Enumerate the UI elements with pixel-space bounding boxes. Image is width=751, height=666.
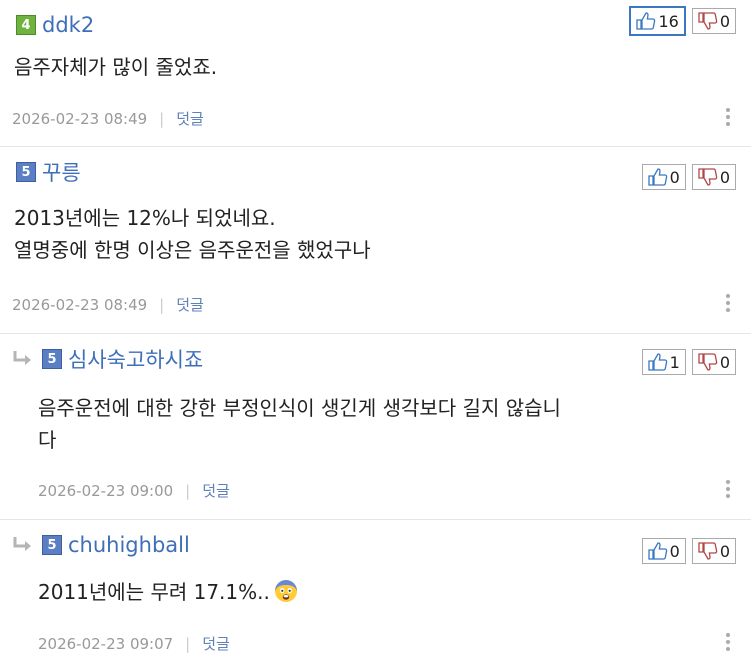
vote-buttons: 16 0 <box>629 6 736 36</box>
level-badge: 5 <box>42 349 62 369</box>
comment-meta: 2026-02-23 08:49 | 덧글 <box>12 294 204 315</box>
comment-meta: 2026-02-23 08:49 | 덧글 <box>12 108 204 129</box>
nickname[interactable]: ddk2 <box>42 13 94 37</box>
level-badge: 5 <box>16 162 36 182</box>
thumbs-up-icon <box>647 168 667 186</box>
comment-header: 5 꾸릉 <box>16 159 81 185</box>
nickname[interactable]: 심사숙고하시죠 <box>68 344 203 374</box>
comment-datetime: 2026-02-23 09:00 <box>38 481 174 500</box>
nickname[interactable]: chuhighball <box>68 533 190 557</box>
divider: | <box>159 109 165 128</box>
comment-line: 열명중에 한명 이상은 음주운전을 했었구나 <box>14 238 371 262</box>
vote-buttons: 0 0 <box>641 538 736 564</box>
divider: | <box>185 481 191 500</box>
upvote-button[interactable]: 0 <box>641 538 686 564</box>
comment-body: 2011년에는 무려 17.1%.. <box>38 576 733 608</box>
upvote-count: 0 <box>669 541 680 561</box>
level-badge: 5 <box>42 535 62 555</box>
thumbs-down-icon <box>698 12 718 30</box>
comment-header: 4 ddk2 <box>16 12 94 38</box>
comment-line: 음주운전에 대한 강한 부정인식이 생긴게 생각보다 길지 않습니 <box>38 396 561 420</box>
comment-item: 4 ddk2 16 0 음주자체가 많이 줄었죠. 2026-02-23 08:… <box>0 0 751 147</box>
upvote-count: 16 <box>658 11 679 31</box>
vote-buttons: 1 0 <box>641 349 736 375</box>
downvote-button[interactable]: 0 <box>691 8 736 34</box>
reply-comment-item: 5 심사숙고하시죠 1 0 음주운전에 대한 강한 부정인식이 생긴게 생각보다… <box>0 334 751 520</box>
thumbs-down-icon <box>698 168 718 186</box>
more-vertical-icon[interactable] <box>725 106 731 128</box>
comment-header: 5 chuhighball <box>12 532 190 558</box>
comment-datetime: 2026-02-23 08:49 <box>12 109 148 128</box>
reply-link[interactable]: 덧글 <box>176 294 204 315</box>
comment-body: 음주운전에 대한 강한 부정인식이 생긴게 생각보다 길지 않습니 다 <box>38 392 733 456</box>
comment-line: 음주자체가 많이 줄었죠. <box>14 55 218 79</box>
more-vertical-icon[interactable] <box>725 631 731 653</box>
divider: | <box>159 295 165 314</box>
downvote-count: 0 <box>719 352 730 372</box>
reply-arrow-icon <box>12 350 34 368</box>
more-vertical-icon[interactable] <box>725 478 731 500</box>
downvote-button[interactable]: 0 <box>691 164 736 190</box>
reply-comment-item: 5 chuhighball 0 0 2011년에는 무려 17.1%.. 202… <box>0 520 751 666</box>
more-vertical-icon[interactable] <box>725 292 731 314</box>
downvote-button[interactable]: 0 <box>691 538 736 564</box>
level-badge: 4 <box>16 15 36 35</box>
upvote-button[interactable]: 0 <box>641 164 686 190</box>
comment-line: 2013년에는 12%나 되었네요. <box>14 206 276 230</box>
divider: | <box>185 634 191 653</box>
comment-datetime: 2026-02-23 09:07 <box>38 634 174 653</box>
reply-link[interactable]: 덧글 <box>202 633 230 654</box>
upvote-count: 0 <box>669 167 680 187</box>
upvote-button[interactable]: 16 <box>629 6 686 36</box>
fearful-face-emoji-icon <box>274 580 297 602</box>
comment-meta: 2026-02-23 09:00 | 덧글 <box>38 480 230 501</box>
thumbs-up-icon <box>636 12 656 30</box>
comment-item: 5 꾸릉 0 0 2013년에는 12%나 되었네요. 열명중에 한명 이상은 … <box>0 147 751 334</box>
comment-header: 5 심사숙고하시죠 <box>12 346 203 372</box>
comment-body: 음주자체가 많이 줄었죠. <box>14 51 217 83</box>
upvote-button[interactable]: 1 <box>641 349 686 375</box>
thumbs-down-icon <box>698 542 718 560</box>
nickname[interactable]: 꾸릉 <box>42 157 81 187</box>
thumbs-down-icon <box>698 353 718 371</box>
downvote-count: 0 <box>719 541 730 561</box>
comment-datetime: 2026-02-23 08:49 <box>12 295 148 314</box>
comment-body: 2013년에는 12%나 되었네요. 열명중에 한명 이상은 음주운전을 했었구… <box>14 202 371 266</box>
reply-link[interactable]: 덧글 <box>176 108 204 129</box>
reply-arrow-icon <box>12 536 34 554</box>
upvote-count: 1 <box>669 352 680 372</box>
downvote-button[interactable]: 0 <box>691 349 736 375</box>
downvote-count: 0 <box>719 167 730 187</box>
thumbs-up-icon <box>647 542 667 560</box>
vote-buttons: 0 0 <box>641 164 736 190</box>
comment-line: 2011년에는 무려 17.1%.. <box>38 576 733 608</box>
comment-meta: 2026-02-23 09:07 | 덧글 <box>38 633 230 654</box>
downvote-count: 0 <box>719 11 730 31</box>
thumbs-up-icon <box>647 353 667 371</box>
reply-link[interactable]: 덧글 <box>202 480 230 501</box>
comment-line: 다 <box>38 428 57 452</box>
